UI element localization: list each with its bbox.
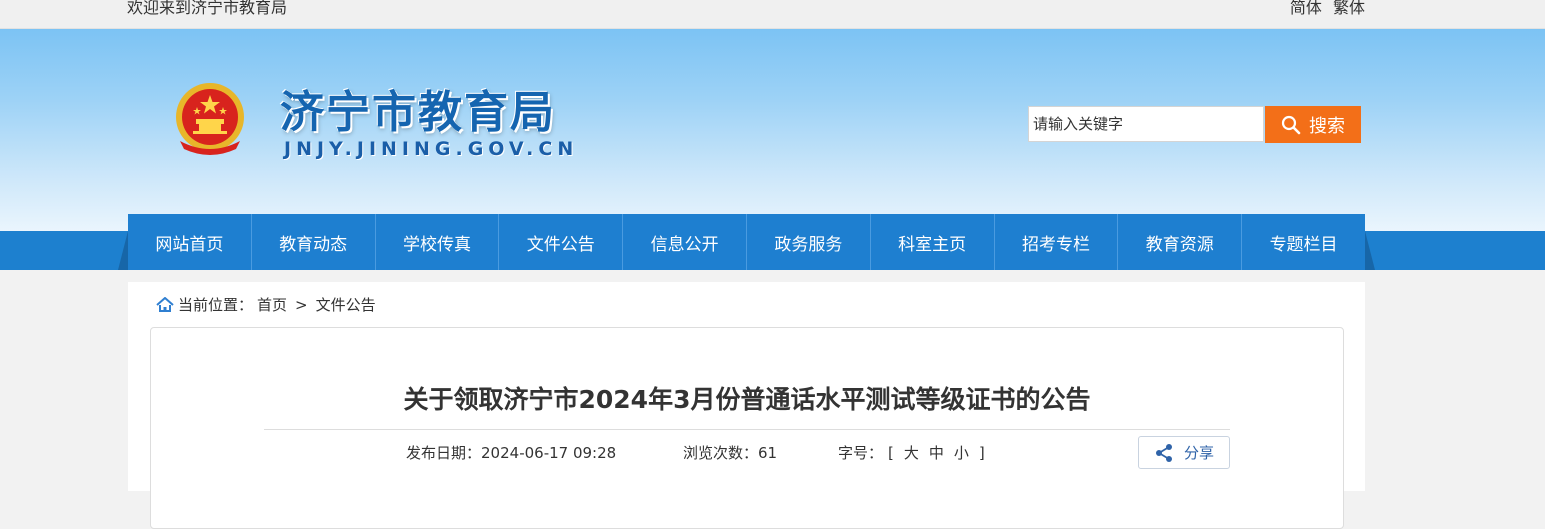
font-size-medium-link[interactable]: 中 [929,444,944,462]
font-size-switch: 字号：[ 大中小] [838,442,990,463]
breadcrumb-current-link[interactable]: 文件公告 [316,294,376,315]
nav-item-resources[interactable]: 教育资源 [1118,214,1243,270]
publish-date-value: 2024-06-17 09:28 [481,444,617,462]
share-button-label: 分享 [1183,444,1214,462]
nav-item-education-news[interactable]: 教育动态 [252,214,376,270]
main-nav: 网站首页 教育动态 学校传真 文件公告 信息公开 政务服务 科室主页 招考专栏 … [128,214,1365,270]
share-icon [1155,443,1172,462]
article-meta: 发布日期：2024-06-17 09:28 浏览次数：61 字号：[ 大中小] [406,442,990,463]
font-size-large-link[interactable]: 大 [904,444,919,462]
breadcrumb-prefix: 当前位置： [178,296,254,314]
publish-date: 发布日期：2024-06-17 09:28 [406,442,683,463]
site-title: 济宁市教育局 [280,87,556,138]
home-icon [156,296,174,312]
welcome-text: 欢迎来到济宁市教育局 [127,0,288,17]
nav-item-home[interactable]: 网站首页 [128,214,252,270]
nav-edge-left [118,231,128,270]
nav-item-special-topics[interactable]: 专题栏目 [1242,214,1365,270]
view-count-value: 61 [758,444,778,462]
font-size-bracket-open: [ [888,444,894,462]
content-area: 当前位置： 首页 > 文件公告 关于领取济宁市2024年3月份普通话水平测试等级… [128,282,1365,529]
font-size-small-link[interactable]: 小 [954,444,969,462]
publish-date-label: 发布日期： [406,444,482,462]
search-button-label: 搜索 [1309,115,1345,136]
lang-traditional-link[interactable]: 繁体 [1333,0,1365,17]
nav-item-exams[interactable]: 招考专栏 [995,214,1119,270]
article-title: 关于领取济宁市2024年3月份普通话水平测试等级证书的公告 [403,385,1091,414]
view-count-label: 浏览次数： [683,444,759,462]
breadcrumb-home-link[interactable]: 首页 [257,294,287,315]
search-input[interactable] [1028,106,1264,142]
national-emblem-icon [176,83,244,155]
search-icon [1281,115,1301,134]
search-button[interactable]: 搜索 [1265,106,1361,143]
font-size-bracket-close: ] [978,444,985,462]
nav-edge-right [1365,231,1375,270]
lang-simplified-link[interactable]: 简体 [1290,0,1322,17]
share-button[interactable]: 分享 [1138,436,1230,469]
language-switch: 简体 繁体 [1284,0,1365,18]
breadcrumb: 当前位置： 首页 > 文件公告 [156,294,376,315]
top-bar: 欢迎来到济宁市教育局 简体 繁体 [0,0,1545,29]
view-count: 浏览次数：61 [683,442,838,463]
font-size-label: 字号： [838,444,884,462]
title-divider [264,429,1230,430]
article-panel: 关于领取济宁市2024年3月份普通话水平测试等级证书的公告 发布日期：2024-… [150,327,1344,529]
nav-item-school-news[interactable]: 学校传真 [376,214,500,270]
nav-item-info-disclosure[interactable]: 信息公开 [623,214,747,270]
nav-item-gov-services[interactable]: 政务服务 [747,214,871,270]
nav-item-department-pages[interactable]: 科室主页 [871,214,995,270]
breadcrumb-separator: > [295,295,308,314]
nav-item-announcements[interactable]: 文件公告 [499,214,624,270]
site-domain: JNJY.JINING.GOV.CN [284,138,579,160]
